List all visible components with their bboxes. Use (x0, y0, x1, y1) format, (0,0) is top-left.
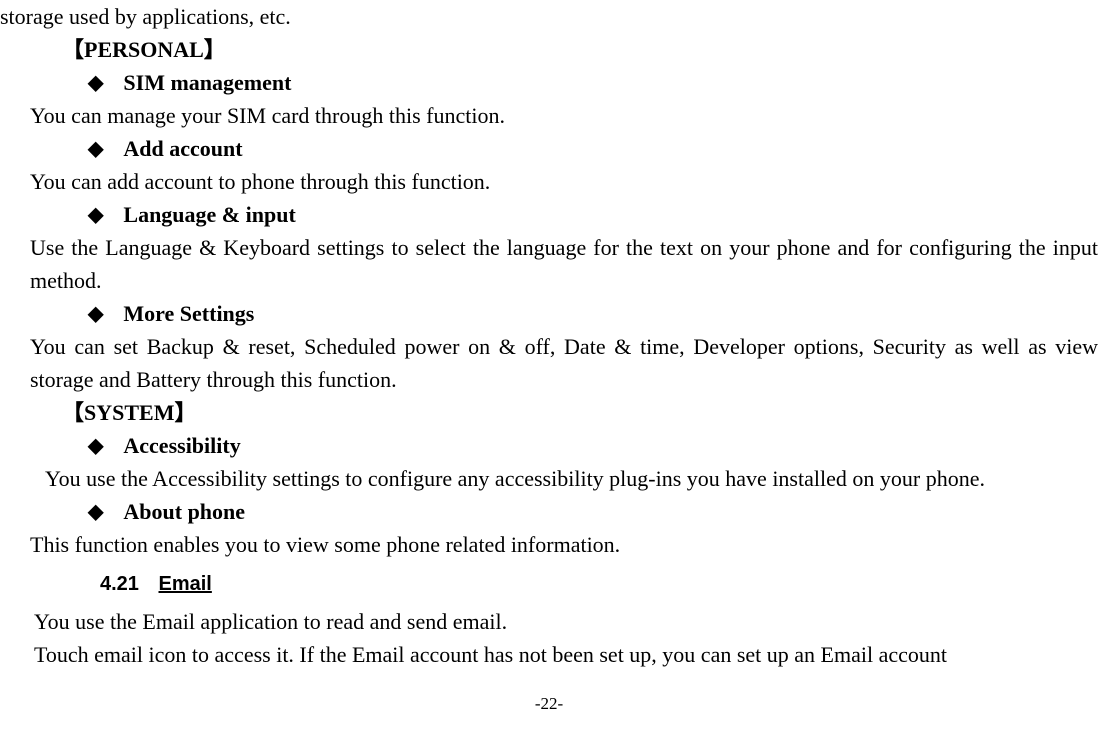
desc-about-phone: This function enables you to view some p… (0, 528, 1098, 561)
desc-sim: You can manage your SIM card through thi… (0, 99, 1098, 132)
heading-title: Email (159, 573, 212, 595)
diamond-icon: ◆ (88, 200, 103, 230)
diamond-icon: ◆ (88, 497, 103, 527)
desc-accessibility: You use the Accessibility settings to co… (0, 462, 1098, 495)
desc-email-line1: You use the Email application to read an… (0, 605, 1098, 638)
bullet-label: SIM management (123, 66, 291, 99)
bullet-label: Accessibility (123, 429, 240, 462)
desc-email-line2: Touch email icon to access it. If the Em… (0, 638, 1098, 671)
diamond-icon: ◆ (88, 299, 103, 329)
bullet-about-phone: ◆ About phone (0, 495, 1098, 528)
bullet-label: Language & input (123, 198, 295, 231)
bullet-sim-management: ◆ SIM management (0, 66, 1098, 99)
section-system: 【SYSTEM】 (0, 396, 1098, 429)
bullet-language-input: ◆ Language & input (0, 198, 1098, 231)
desc-language: Use the Language & Keyboard settings to … (0, 231, 1098, 297)
bullet-more-settings: ◆ More Settings (0, 297, 1098, 330)
desc-more-settings: You can set Backup & reset, Scheduled po… (0, 330, 1098, 396)
desc-add-account: You can add account to phone through thi… (0, 165, 1098, 198)
heading-email: 4.21 Email (0, 569, 1098, 599)
bullet-accessibility: ◆ Accessibility (0, 429, 1098, 462)
heading-number: 4.21 (100, 573, 139, 595)
text-fragment-top: storage used by applications, etc. (0, 0, 1098, 33)
bullet-label: More Settings (123, 297, 254, 330)
bullet-label: About phone (123, 495, 245, 528)
section-personal: 【PERSONAL】 (0, 33, 1098, 66)
diamond-icon: ◆ (88, 68, 103, 98)
diamond-icon: ◆ (88, 134, 103, 164)
bullet-label: Add account (123, 132, 242, 165)
diamond-icon: ◆ (88, 431, 103, 461)
bullet-add-account: ◆ Add account (0, 132, 1098, 165)
page-number: -22- (0, 691, 1098, 717)
